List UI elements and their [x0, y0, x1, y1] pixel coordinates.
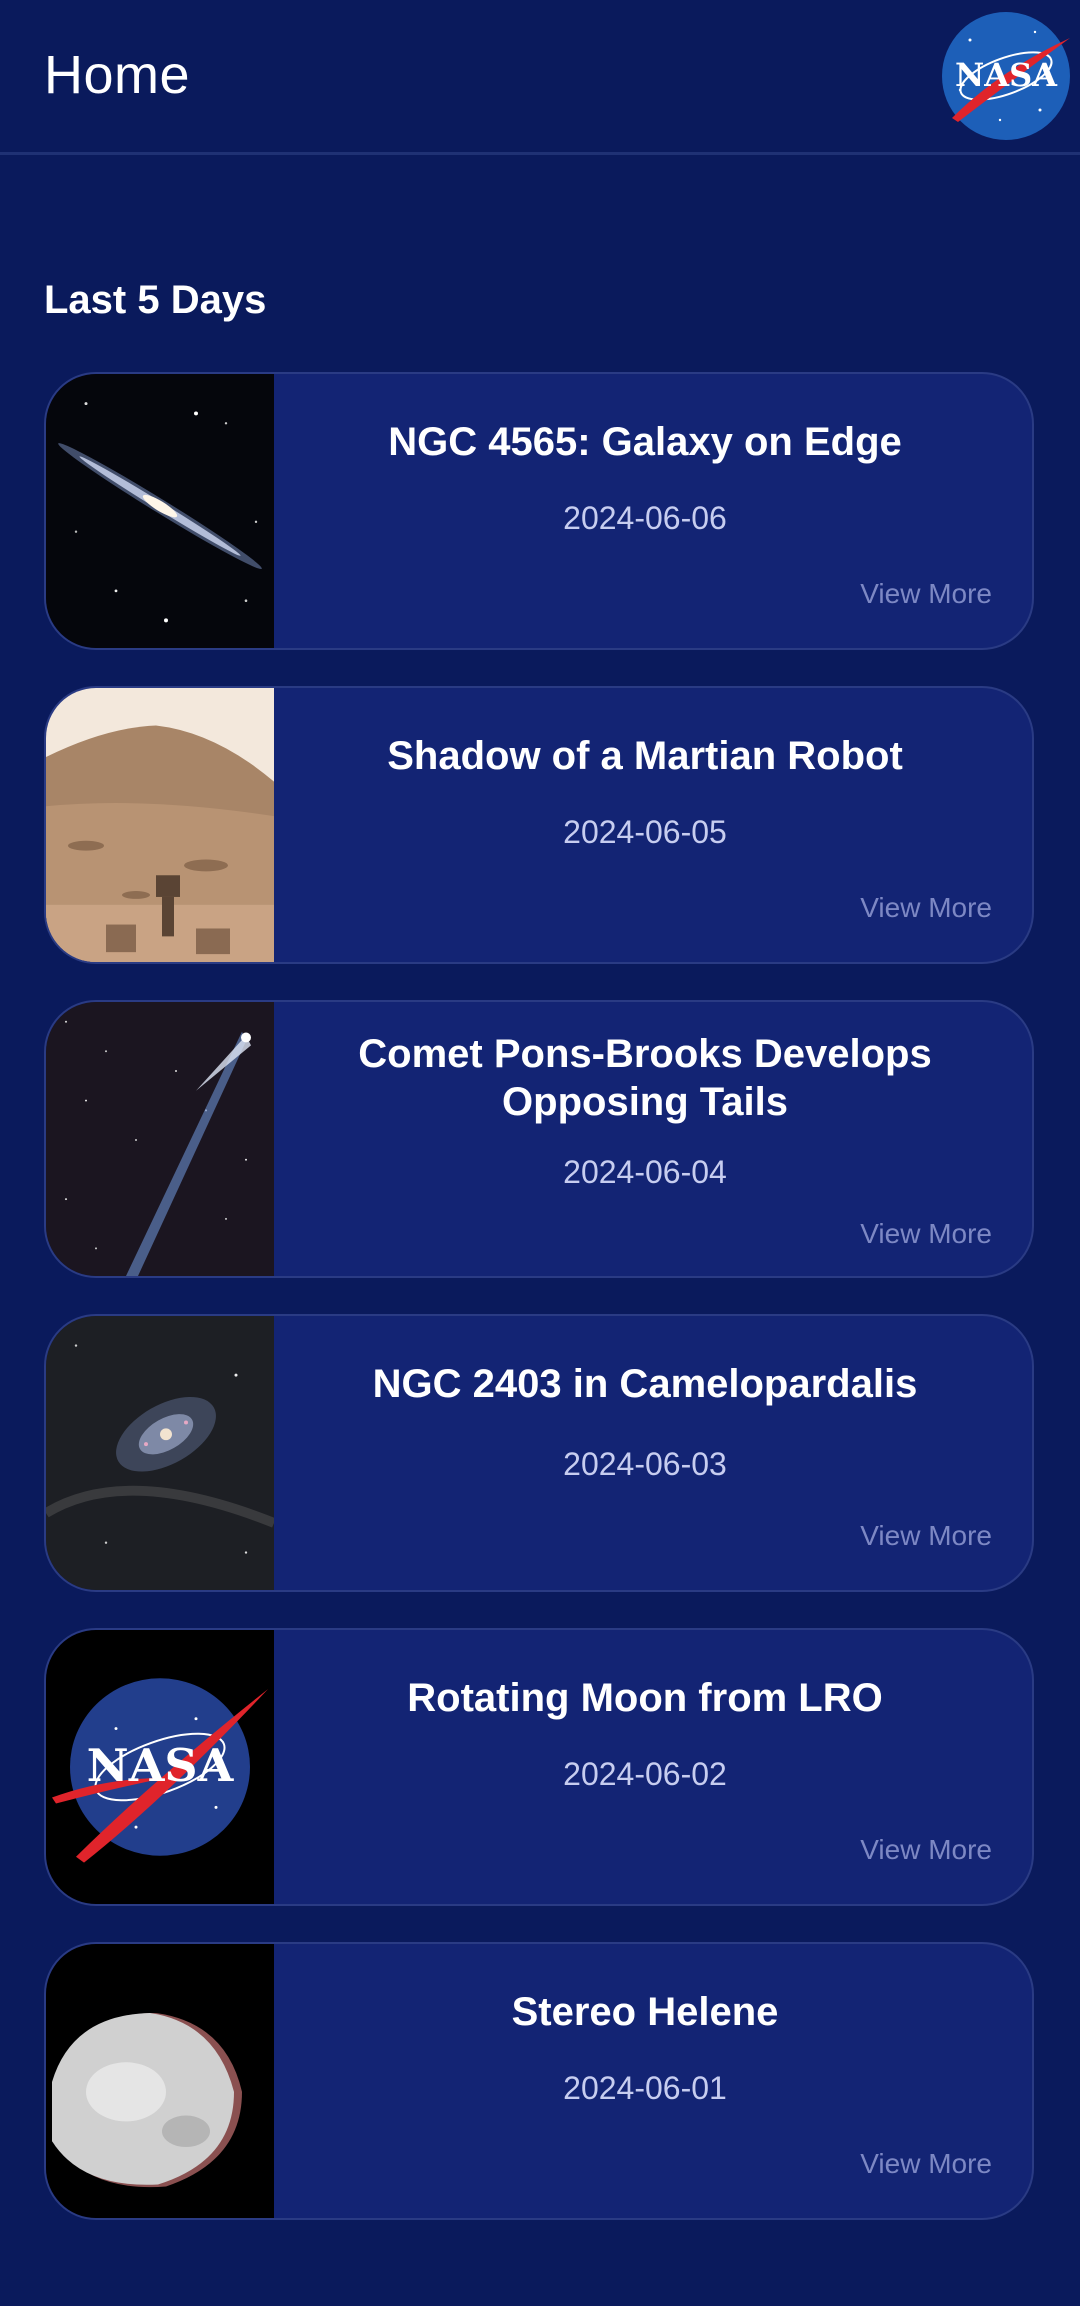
card-title: NGC 4565: Galaxy on Edge	[388, 420, 902, 464]
svg-text:NASA: NASA	[87, 1738, 234, 1792]
card-date: 2024-06-01	[563, 2070, 727, 2106]
card-date: 2024-06-04	[563, 1154, 727, 1190]
page-title: Home	[44, 45, 191, 105]
card-date: 2024-06-02	[563, 1756, 727, 1792]
view-more-link[interactable]: View More	[860, 2148, 992, 2180]
card-title: NGC 2403 in Camelopardalis	[372, 1362, 918, 1406]
nasa-logo-icon[interactable]: NASA	[940, 10, 1072, 142]
comet-image	[46, 1002, 274, 1276]
moon-helene-image	[46, 1944, 274, 2218]
nasa-logo-icon: NASA	[46, 1630, 274, 1904]
edge-galaxy-image	[46, 374, 274, 648]
card-date: 2024-06-03	[563, 1446, 727, 1482]
app-header: Home NASA	[0, 0, 1080, 155]
mars-landscape-image	[46, 688, 274, 962]
view-more-link[interactable]: View More	[860, 1520, 992, 1552]
section-title: Last 5 Days	[44, 278, 267, 322]
card-date: 2024-06-05	[563, 814, 727, 850]
card-title: Rotating Moon from LRO	[407, 1676, 883, 1720]
apod-card[interactable]: Shadow of a Martian Robot 2024-06-05 Vie…	[44, 686, 1034, 964]
view-more-link[interactable]: View More	[860, 1834, 992, 1866]
apod-card[interactable]: NASA Rotating Moon from LRO 2024-06-02 V…	[44, 1628, 1034, 1906]
apod-card[interactable]: Comet Pons-Brooks Develops Opposing Tail…	[44, 1000, 1034, 1278]
card-title: Shadow of a Martian Robot	[387, 734, 903, 778]
svg-text:NASA: NASA	[955, 56, 1058, 94]
card-title: Comet Pons-Brooks Develops Opposing Tail…	[358, 1032, 932, 1124]
card-date: 2024-06-06	[563, 500, 727, 536]
view-more-link[interactable]: View More	[860, 578, 992, 610]
card-title: Stereo Helene	[511, 1990, 779, 2034]
apod-card[interactable]: NGC 4565: Galaxy on Edge 2024-06-06 View…	[44, 372, 1034, 650]
apod-card[interactable]: NGC 2403 in Camelopardalis 2024-06-03 Vi…	[44, 1314, 1034, 1592]
view-more-link[interactable]: View More	[860, 1218, 992, 1250]
view-more-link[interactable]: View More	[860, 892, 992, 924]
spiral-galaxy-image	[46, 1316, 274, 1590]
apod-card[interactable]: Stereo Helene 2024-06-01 View More	[44, 1942, 1034, 2220]
